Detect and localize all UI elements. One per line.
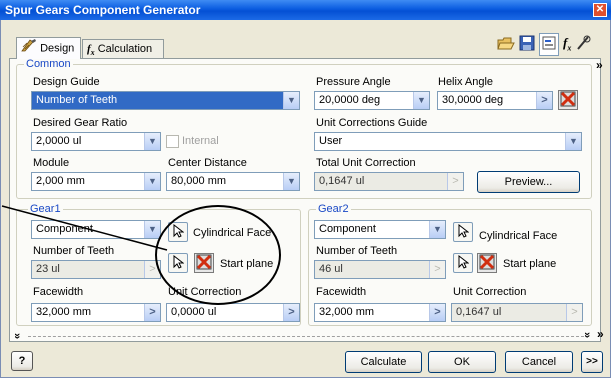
cancel-button[interactable]: Cancel (505, 351, 573, 373)
calculate-button[interactable]: Calculate (345, 351, 422, 373)
tab-design[interactable]: Design (16, 37, 81, 59)
ok-button[interactable]: OK (428, 351, 496, 373)
callout-leader-line (1, 205, 168, 251)
help-icon: ? (18, 355, 26, 367)
callout-ellipse (155, 205, 281, 305)
tab-design-label: Design (40, 42, 75, 55)
annotation-overlay (1, 205, 281, 305)
design-tab-icon (21, 38, 37, 59)
more-button[interactable]: >> (581, 351, 603, 373)
help-button[interactable]: ? (11, 351, 33, 371)
